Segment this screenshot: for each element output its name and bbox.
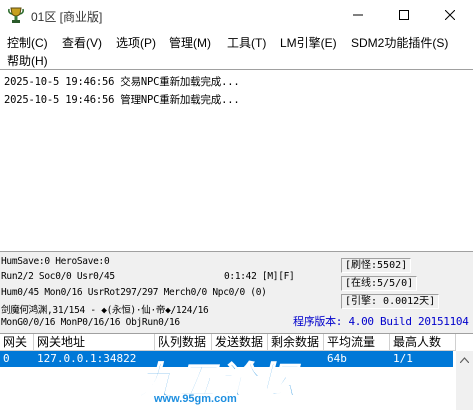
online-count-box: [在线:5/5/0] [341,276,418,291]
column-header-max-users[interactable]: 最高人数 [390,334,456,351]
cell-sent [212,351,268,367]
object-status: MonG0/0/16 MonP0/16/16 ObjRun0/16 [1,317,180,328]
maximize-icon [399,10,409,20]
chevron-up-icon [460,356,469,363]
gateway-table[interactable]: 网关 网关地址 队列数据 发送数据 剩余数据 平均流量 最高人数 0 127.0… [0,333,473,410]
menu-bar: 控制(C) 查看(V) 选项(P) 管理(M) 工具(T) LM引擎(E) SD… [0,30,473,68]
cell-max-users: 1/1 [393,352,413,365]
player-status: 剑魔何鸿渊,31/154 - ◆(永恒)·仙·帝◆/124/16 [1,305,209,316]
trophy-app-icon [7,6,25,24]
column-header-queue[interactable]: 队列数据 [155,334,212,351]
menu-lm-engine[interactable]: LM引擎(E) [280,34,337,51]
log-line: 2025-10-5 19:46:56 交易NPC重新加载完成... [4,76,240,88]
menu-manage[interactable]: 管理(M) [169,34,211,51]
cell-queue [155,351,212,367]
scroll-up-button[interactable] [456,351,473,368]
close-icon [445,10,455,20]
monster-refresh-box: [刷怪:5502] [341,258,412,273]
run-status: Run2/2 Soc0/0 Usr0/45 [1,271,115,282]
close-button[interactable] [427,0,473,30]
status-panel: HumSave:0 HeroSave:0 Run2/2 Soc0/0 Usr0/… [0,252,473,334]
save-status: HumSave:0 HeroSave:0 [1,256,110,267]
human-monster-status: Hum0/45 Mon0/16 UsrRot297/297 Merch0/0 N… [1,287,267,298]
column-header-address[interactable]: 网关地址 [34,334,155,351]
column-header-gate[interactable]: 网关 [0,334,34,351]
cell-gate: 0 [3,352,10,365]
uptime-timer: 0:1:42 [M][F] [224,271,295,282]
column-header-remaining[interactable]: 剩余数据 [268,334,324,351]
menu-view[interactable]: 查看(V) [62,34,102,51]
maximize-button[interactable] [381,0,427,30]
log-panel[interactable]: 2025-10-5 19:46:56 交易NPC重新加载完成... 2025-1… [0,69,473,252]
menu-tools[interactable]: 工具(T) [227,34,266,51]
cell-remaining [268,351,324,367]
table-row[interactable]: 0 127.0.0.1:34822 64b 1/1 [0,351,453,367]
table-header: 网关 网关地址 队列数据 发送数据 剩余数据 平均流量 最高人数 [0,334,473,351]
log-line: 2025-10-5 19:46:56 管理NPC重新加载完成... [4,94,240,106]
column-header-sent[interactable]: 发送数据 [212,334,268,351]
menu-control[interactable]: 控制(C) [7,34,48,51]
cell-address: 127.0.0.1:34822 [37,352,137,365]
column-header-avg-traffic[interactable]: 平均流量 [324,334,390,351]
window-title: 01区 [商业版] [31,10,103,24]
menu-sdm2-plugins[interactable]: SDM2功能插件(S) [351,34,448,51]
minimize-icon [353,14,363,16]
vertical-scrollbar[interactable] [456,351,473,410]
minimize-button[interactable] [335,0,381,30]
menu-help[interactable]: 帮助(H) [7,52,48,69]
title-bar: 01区 [商业版] [0,0,473,30]
cell-avg-traffic: 64b [327,352,347,365]
engine-days-box: [引擎: 0.0012天] [341,294,440,309]
menu-options[interactable]: 选项(P) [116,34,156,51]
program-version: 程序版本: 4.00 Build 20151104 [293,315,469,328]
